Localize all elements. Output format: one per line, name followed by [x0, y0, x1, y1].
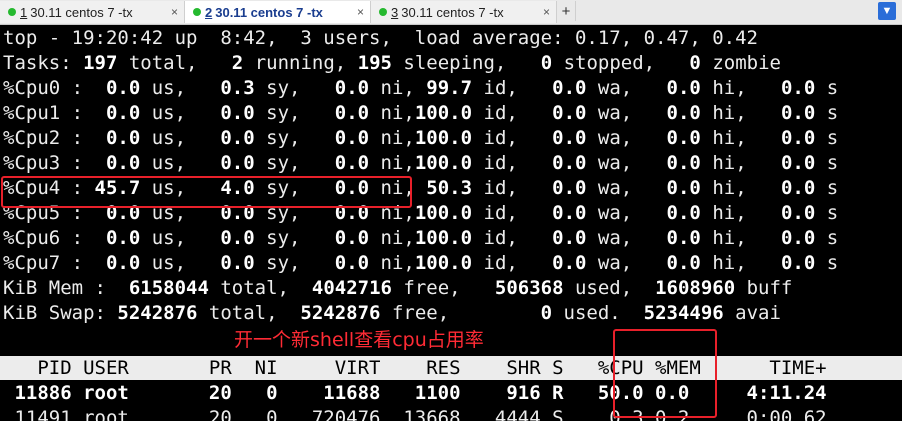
terminal-output[interactable]: top - 19:20:42 up 8:42, 3 users, load av… [0, 26, 902, 421]
uptime-summary-line: top - 19:20:42 up 8:42, 3 users, load av… [3, 27, 758, 49]
tab-session-2[interactable]: 2 30.11 centos 7 -tx × [185, 1, 371, 23]
cpu-usage-row: %Cpu6 : 0.0 us, 0.0 sy, 0.0 ni,100.0 id,… [3, 227, 839, 249]
tab-label: 30.11 centos 7 -tx [30, 4, 133, 20]
cpu-usage-row: %Cpu3 : 0.0 us, 0.0 sy, 0.0 ni,100.0 id,… [3, 152, 839, 174]
tasks-summary-line: Tasks: 197 total, 2 running, 195 sleepin… [3, 52, 781, 74]
tab-list-dropdown-icon[interactable]: ▼ [878, 2, 896, 20]
close-tab-icon[interactable]: × [543, 5, 550, 19]
tab-label: 30.11 centos 7 -tx [215, 4, 323, 20]
cpu-usage-row: %Cpu7 : 0.0 us, 0.0 sy, 0.0 ni,100.0 id,… [3, 252, 839, 274]
tab-label: 30.11 centos 7 -tx [401, 4, 504, 20]
connected-status-icon [379, 8, 387, 16]
memory-summary-line: KiB Mem : 6158044 total, 4042716 free, 5… [3, 277, 793, 299]
tab-session-1[interactable]: 1 30.11 centos 7 -tx × [0, 1, 185, 23]
swap-summary-line: KiB Swap: 5242876 total, 5242876 free, 0… [3, 302, 781, 324]
cpu-column-highlight-box [613, 329, 717, 418]
tab-number: 1 [20, 4, 28, 20]
tab-session-3[interactable]: 3 30.11 centos 7 -tx × [371, 1, 557, 23]
annotation-label: 开一个新shell查看cpu占用率 [234, 329, 484, 351]
connected-status-icon [8, 8, 16, 16]
close-tab-icon[interactable]: × [171, 5, 178, 19]
tab-number: 2 [205, 4, 213, 20]
tab-number: 3 [391, 4, 399, 20]
connected-status-icon [193, 8, 201, 16]
cpu4-highlight-box [1, 176, 412, 208]
add-tab-button[interactable]: + [557, 1, 576, 21]
cpu-usage-row: %Cpu1 : 0.0 us, 0.0 sy, 0.0 ni,100.0 id,… [3, 102, 839, 124]
cpu-usage-row: %Cpu0 : 0.0 us, 0.3 sy, 0.0 ni, 99.7 id,… [3, 77, 839, 99]
tab-bar: 1 30.11 centos 7 -tx × 2 30.11 centos 7 … [0, 0, 902, 25]
close-tab-icon[interactable]: × [357, 5, 364, 19]
cpu-usage-row: %Cpu2 : 0.0 us, 0.0 sy, 0.0 ni,100.0 id,… [3, 127, 839, 149]
